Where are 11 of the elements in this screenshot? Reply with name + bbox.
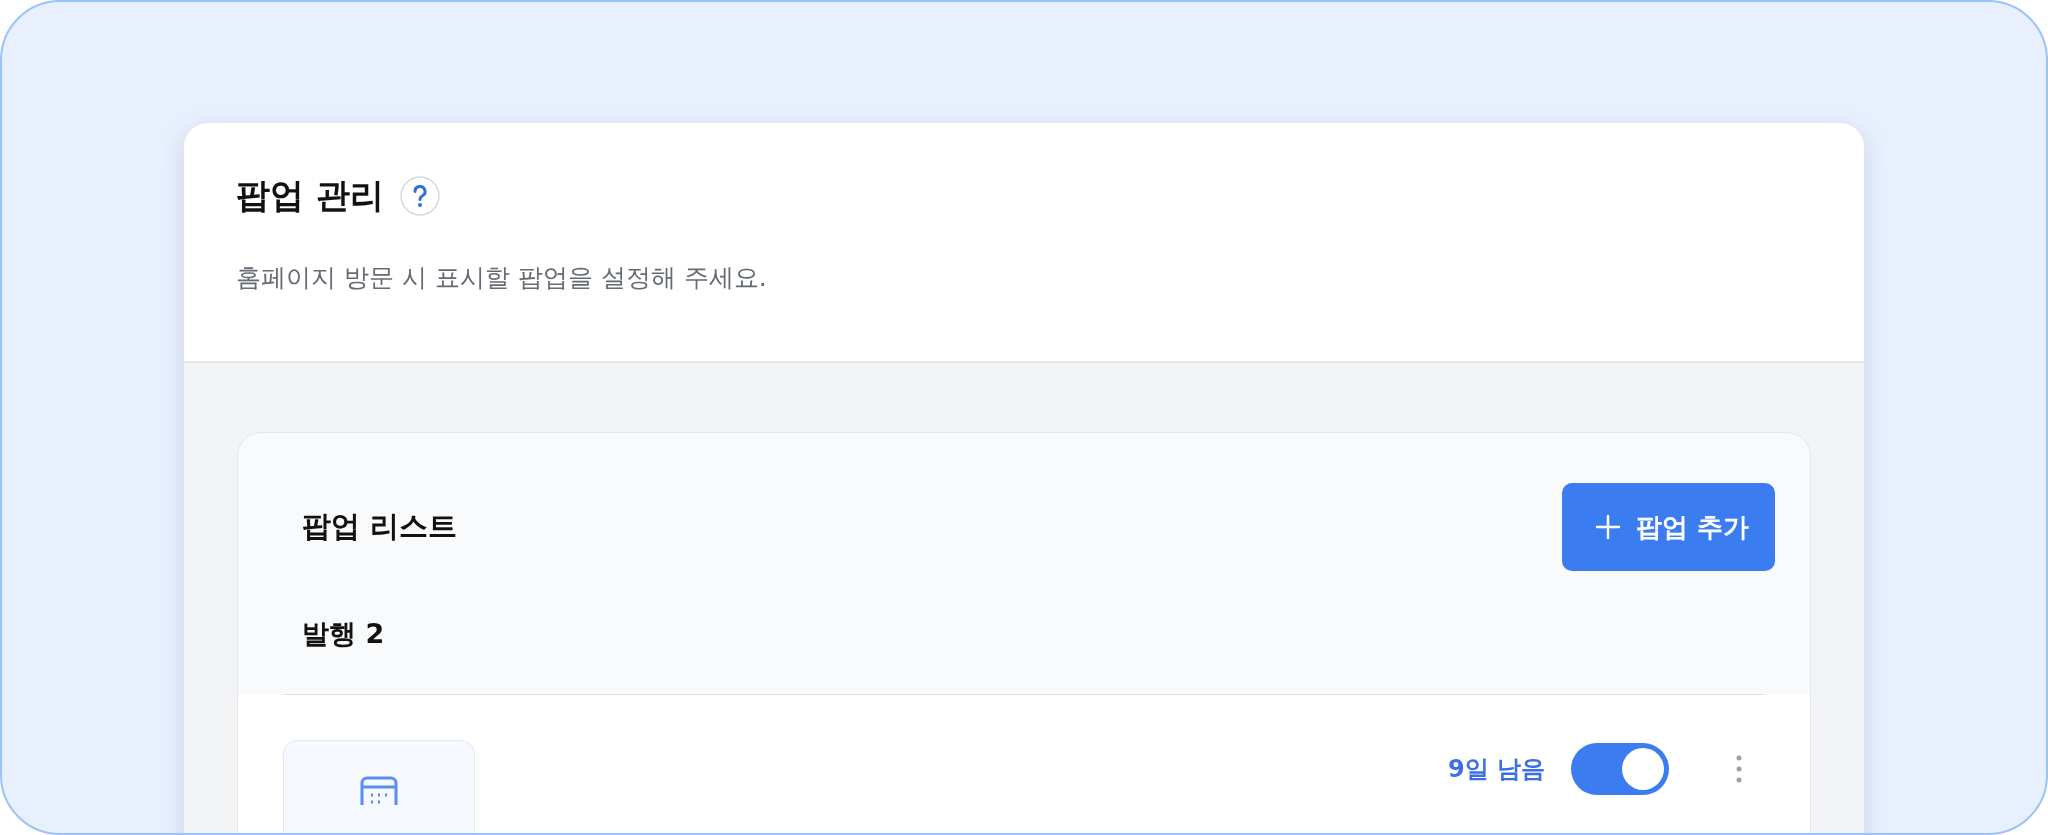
page-title: 팝업 관리 xyxy=(236,174,384,217)
days-remaining: 9일 남음 xyxy=(1447,754,1545,785)
plus-icon xyxy=(1593,513,1622,541)
calendar-icon xyxy=(359,775,399,805)
page-subtitle: 홈페이지 방문 시 표시할 팝업을 설정해 주세요. xyxy=(236,262,768,294)
help-icon[interactable] xyxy=(399,176,440,216)
list-title: 팝업 리스트 xyxy=(301,508,458,545)
popup-thumbnail[interactable] xyxy=(283,740,475,833)
more-icon[interactable] xyxy=(1735,754,1743,784)
toggle-switch[interactable] xyxy=(1571,743,1669,795)
add-popup-button[interactable]: 팝업 추가 xyxy=(1561,483,1775,571)
